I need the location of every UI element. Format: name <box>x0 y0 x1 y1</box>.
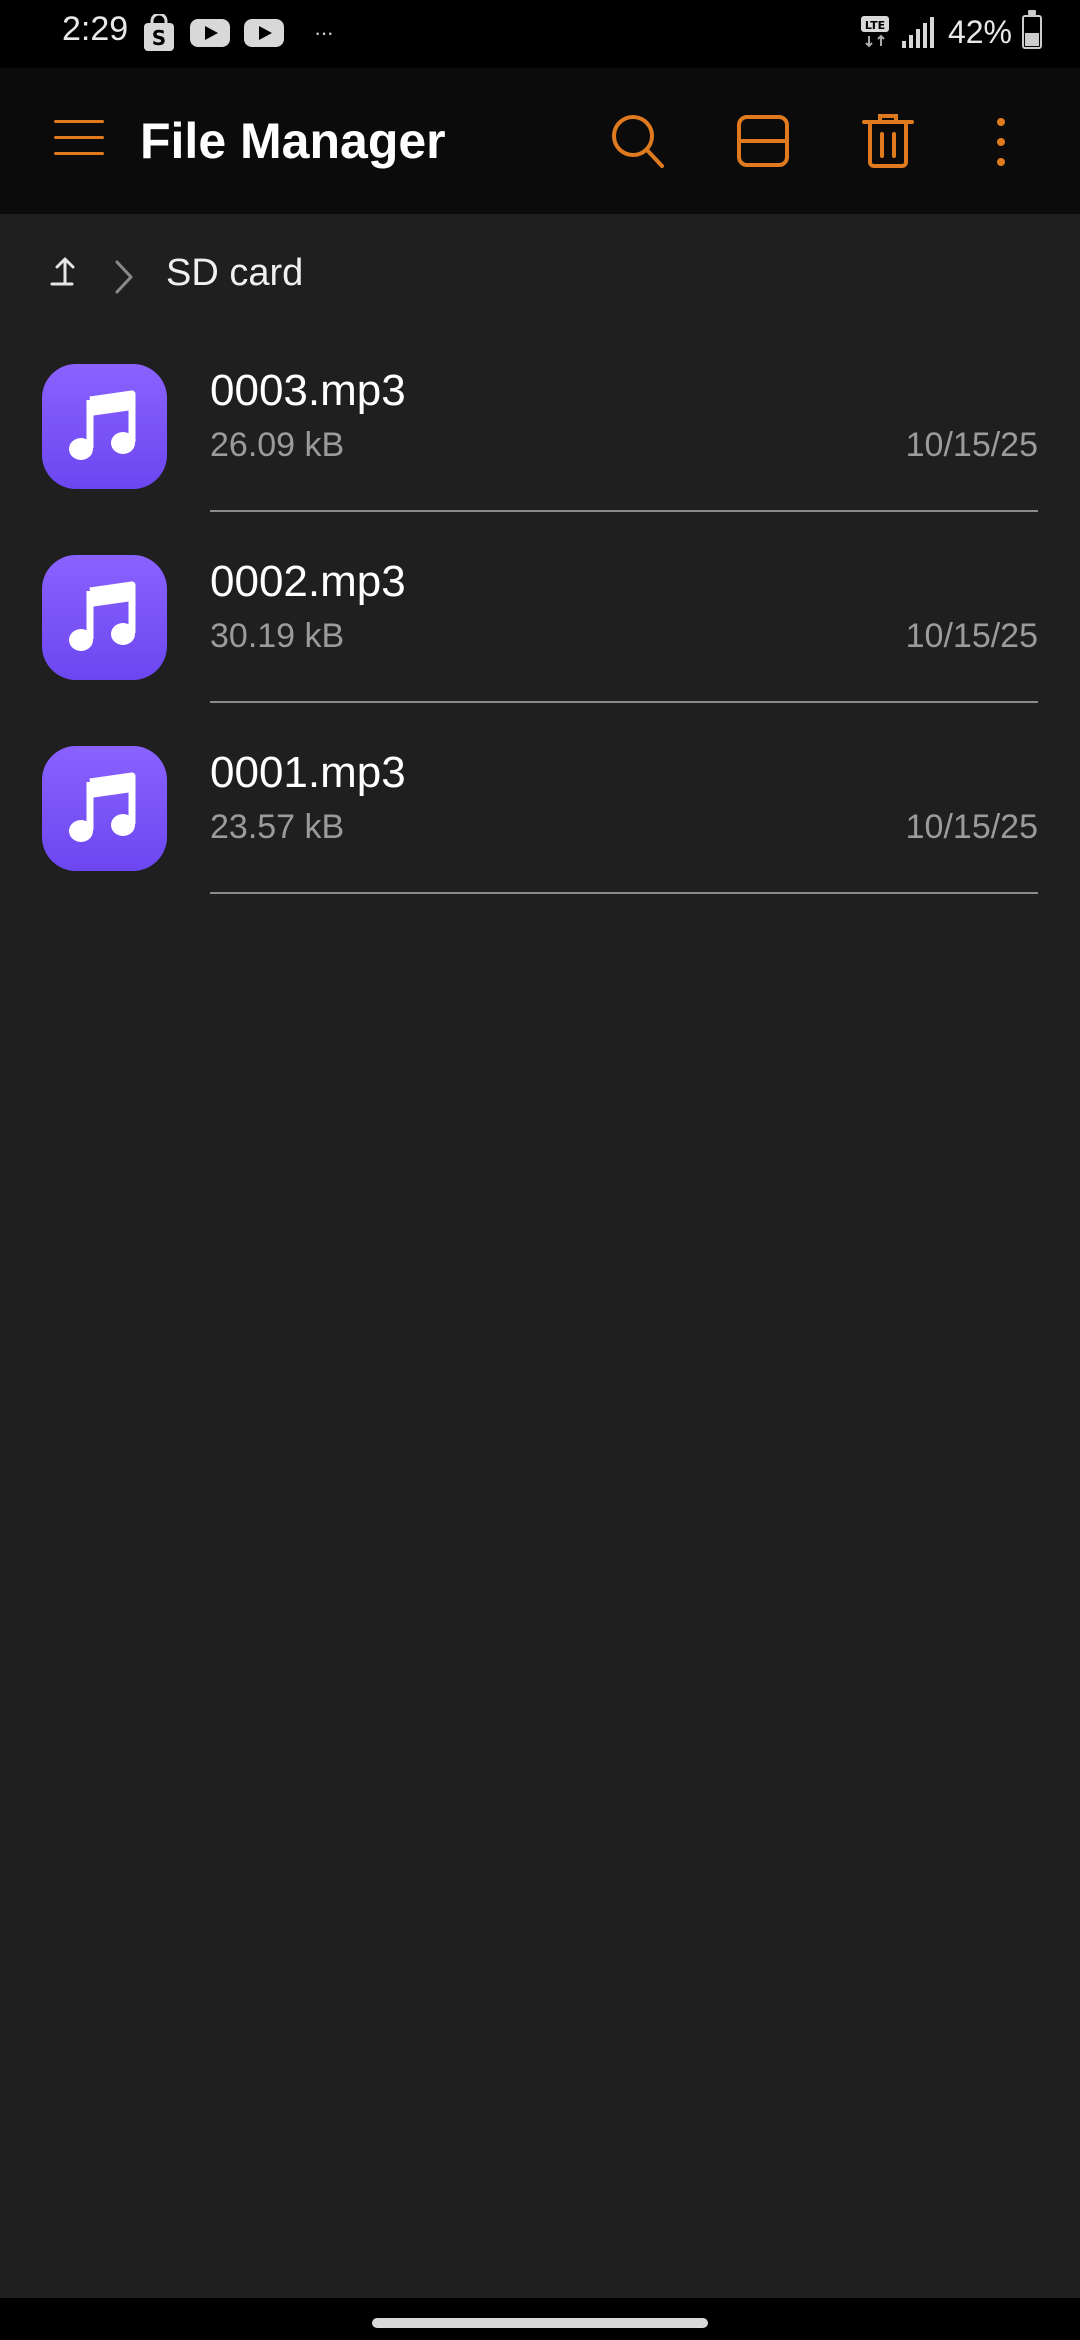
music-note-icon <box>42 364 167 489</box>
divider <box>210 701 1038 703</box>
file-name: 0003.mp3 <box>210 366 406 415</box>
file-browser: SD card 0003.mp3 26.09 kB 10/15/25 0002.… <box>0 214 1080 2298</box>
up-arrow-icon[interactable] <box>48 254 82 288</box>
svg-text:LTE: LTE <box>865 19 885 32</box>
system-icons: LTE 42% <box>860 10 1042 52</box>
status-time: 2:29 <box>62 10 129 48</box>
more-notifications-indicator: ··· <box>314 20 334 45</box>
file-date: 10/15/25 <box>905 426 1038 464</box>
file-name: 0002.mp3 <box>210 557 406 606</box>
divider <box>210 510 1038 512</box>
battery-percent: 42% <box>947 13 1012 50</box>
breadcrumb: SD card <box>0 214 1080 334</box>
page-title: File Manager <box>140 113 446 169</box>
battery-icon <box>1022 10 1042 49</box>
search-icon[interactable] <box>608 112 668 172</box>
file-list-item[interactable]: 0001.mp3 23.57 kB 10/15/25 <box>0 716 1080 907</box>
trash-icon[interactable] <box>860 112 920 172</box>
file-size: 23.57 kB <box>210 808 345 846</box>
file-date: 10/15/25 <box>905 808 1038 846</box>
status-bar: 2:29 S ··· LTE 42% <box>0 0 1080 68</box>
chevron-right-icon <box>112 258 136 296</box>
home-gesture-handle[interactable] <box>372 2318 708 2328</box>
lte-icon: LTE <box>860 12 890 52</box>
shopping-bag-icon: S <box>142 12 176 52</box>
hamburger-menu-icon[interactable] <box>54 118 104 158</box>
svg-text:S: S <box>152 26 166 50</box>
file-size: 30.19 kB <box>210 617 345 655</box>
notification-icons: S ··· <box>142 12 334 52</box>
signal-strength-icon <box>900 15 938 49</box>
music-note-icon <box>42 746 167 871</box>
view-toggle-icon[interactable] <box>734 112 794 172</box>
youtube-icon <box>190 19 230 47</box>
music-note-icon <box>42 555 167 680</box>
breadcrumb-current[interactable]: SD card <box>166 252 303 295</box>
divider <box>210 892 1038 894</box>
file-list-item[interactable]: 0003.mp3 26.09 kB 10/15/25 <box>0 334 1080 525</box>
youtube-icon <box>244 19 284 47</box>
file-size: 26.09 kB <box>210 426 345 464</box>
file-list-item[interactable]: 0002.mp3 30.19 kB 10/15/25 <box>0 525 1080 716</box>
file-date: 10/15/25 <box>905 617 1038 655</box>
app-bar: File Manager <box>0 68 1080 214</box>
file-name: 0001.mp3 <box>210 748 406 797</box>
more-vertical-icon[interactable] <box>972 112 1032 172</box>
navigation-bar <box>0 2298 1080 2340</box>
